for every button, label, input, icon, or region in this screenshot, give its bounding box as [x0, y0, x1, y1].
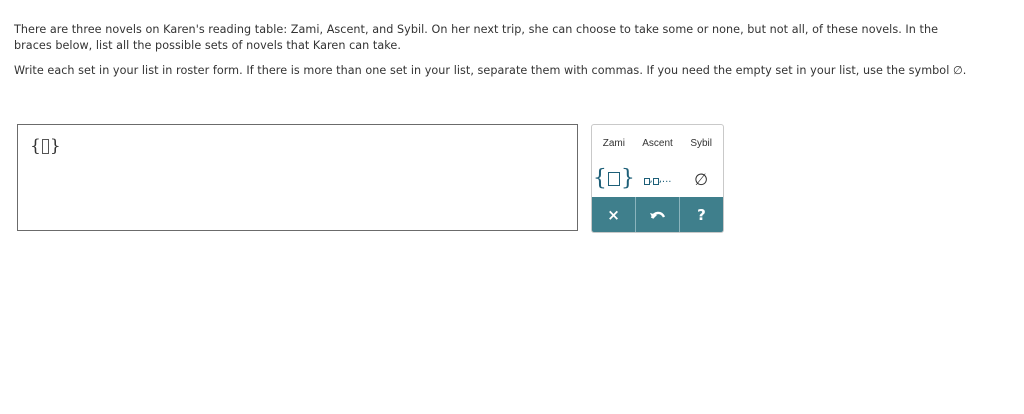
set-open-brace: { [592, 166, 607, 191]
ascent-button[interactable]: Ascent [636, 125, 680, 161]
undo-icon [649, 211, 665, 219]
question-prompt: There are three novels on Karen's readin… [14, 22, 974, 88]
list-separator-button[interactable]: , , ... [636, 161, 680, 197]
keypad-word-row: Zami Ascent Sybil [592, 125, 723, 161]
undo-button[interactable] [636, 197, 680, 232]
clear-button[interactable]: × [592, 197, 636, 232]
set-braces-icon: { } [593, 168, 635, 190]
set-close-brace: } [620, 166, 635, 191]
keypad-action-row: × ? [592, 197, 723, 232]
list-template-icon: , , ... [643, 173, 672, 185]
set-answer-field[interactable]: { } [30, 135, 61, 157]
zami-button[interactable]: Zami [592, 125, 636, 161]
open-brace: { [30, 135, 41, 156]
answer-input-area[interactable]: { } [17, 124, 578, 231]
set-braces-button[interactable]: { } [592, 161, 636, 197]
close-brace: } [49, 135, 61, 156]
keypad-symbol-row: { } , , ... ∅ [592, 161, 723, 197]
close-icon: × [607, 205, 620, 224]
help-button[interactable]: ? [680, 197, 723, 232]
empty-set-icon: ∅ [694, 169, 709, 189]
list-ellipsis: ... [661, 173, 672, 185]
set-slot-box [607, 172, 620, 186]
instruction-text: Write each set in your list in roster fo… [14, 64, 967, 77]
empty-set-button[interactable]: ∅ [679, 161, 723, 197]
help-icon: ? [697, 205, 706, 224]
math-keypad: Zami Ascent Sybil { } , , ... ∅ × ? [591, 124, 724, 233]
answer-slot[interactable] [41, 138, 49, 154]
question-text: There are three novels on Karen's readin… [14, 23, 939, 52]
sybil-button[interactable]: Sybil [679, 125, 723, 161]
